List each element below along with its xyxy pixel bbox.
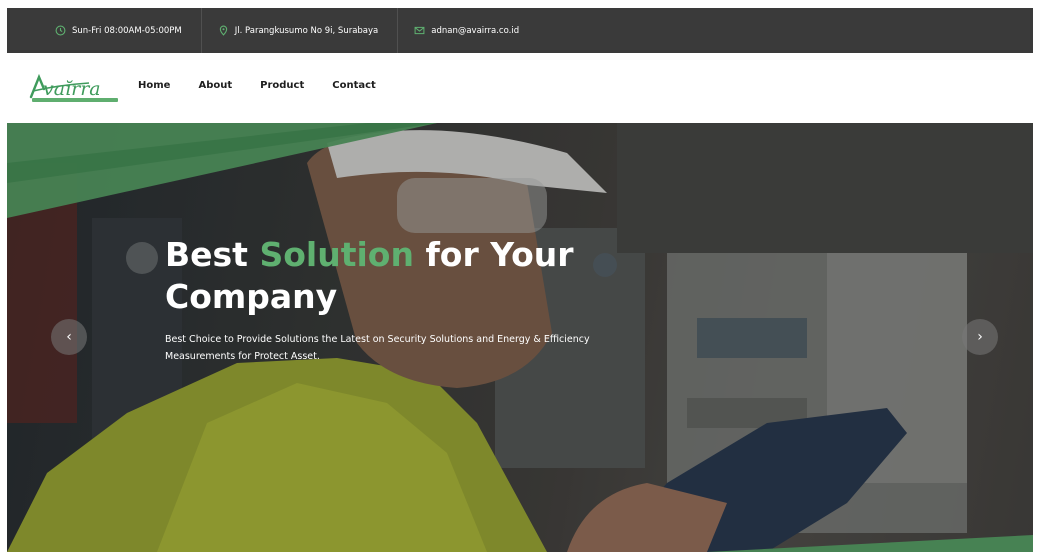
nav-product-link[interactable]: Product: [260, 80, 304, 91]
chevron-right-icon: ›: [977, 329, 983, 345]
hero-title-part1: Best: [165, 235, 260, 274]
slider-prev-button[interactable]: ‹: [51, 319, 87, 355]
topbar-address: Jl. Parangkusumo No 9i, Surabaya: [202, 8, 399, 53]
nav-home-link[interactable]: Home: [138, 80, 170, 91]
topbar-hours-text: Sun-Fri 08:00AM-05:00PM: [72, 25, 182, 36]
topbar-address-text: Jl. Parangkusumo No 9i, Surabaya: [234, 25, 379, 36]
topbar-email-text[interactable]: adnan@avairra.co.id: [431, 26, 519, 36]
main-navbar: vaĭrra Home About Product Contact: [7, 53, 1033, 123]
slider-next-button[interactable]: ›: [962, 319, 998, 355]
top-info-bar: Sun-Fri 08:00AM-05:00PM Jl. Parangkusumo…: [7, 8, 1033, 53]
chevron-left-icon: ‹: [66, 329, 72, 345]
location-pin-icon: [218, 25, 229, 36]
nav-about-link[interactable]: About: [198, 80, 232, 91]
clock-icon: [55, 25, 66, 36]
nav-menu: Home About Product Contact: [138, 80, 404, 91]
hero-subtitle: Best Choice to Provide Solutions the Lat…: [165, 334, 590, 362]
topbar-email[interactable]: adnan@avairra.co.id: [398, 8, 538, 53]
logo-mark-icon: vaĭrra: [29, 73, 118, 102]
hero-title: Best Solution for Your Company: [165, 234, 685, 318]
nav-contact-link[interactable]: Contact: [332, 80, 376, 91]
svg-text:vaĭrra: vaĭrra: [43, 78, 101, 100]
brand-logo[interactable]: vaĭrra: [29, 71, 121, 105]
hero-slider: Best Solution for Your Company Best Choi…: [7, 123, 1033, 552]
mail-icon: [414, 25, 425, 36]
topbar-hours: Sun-Fri 08:00AM-05:00PM: [7, 8, 202, 53]
hero-title-accent: Solution: [259, 235, 414, 274]
